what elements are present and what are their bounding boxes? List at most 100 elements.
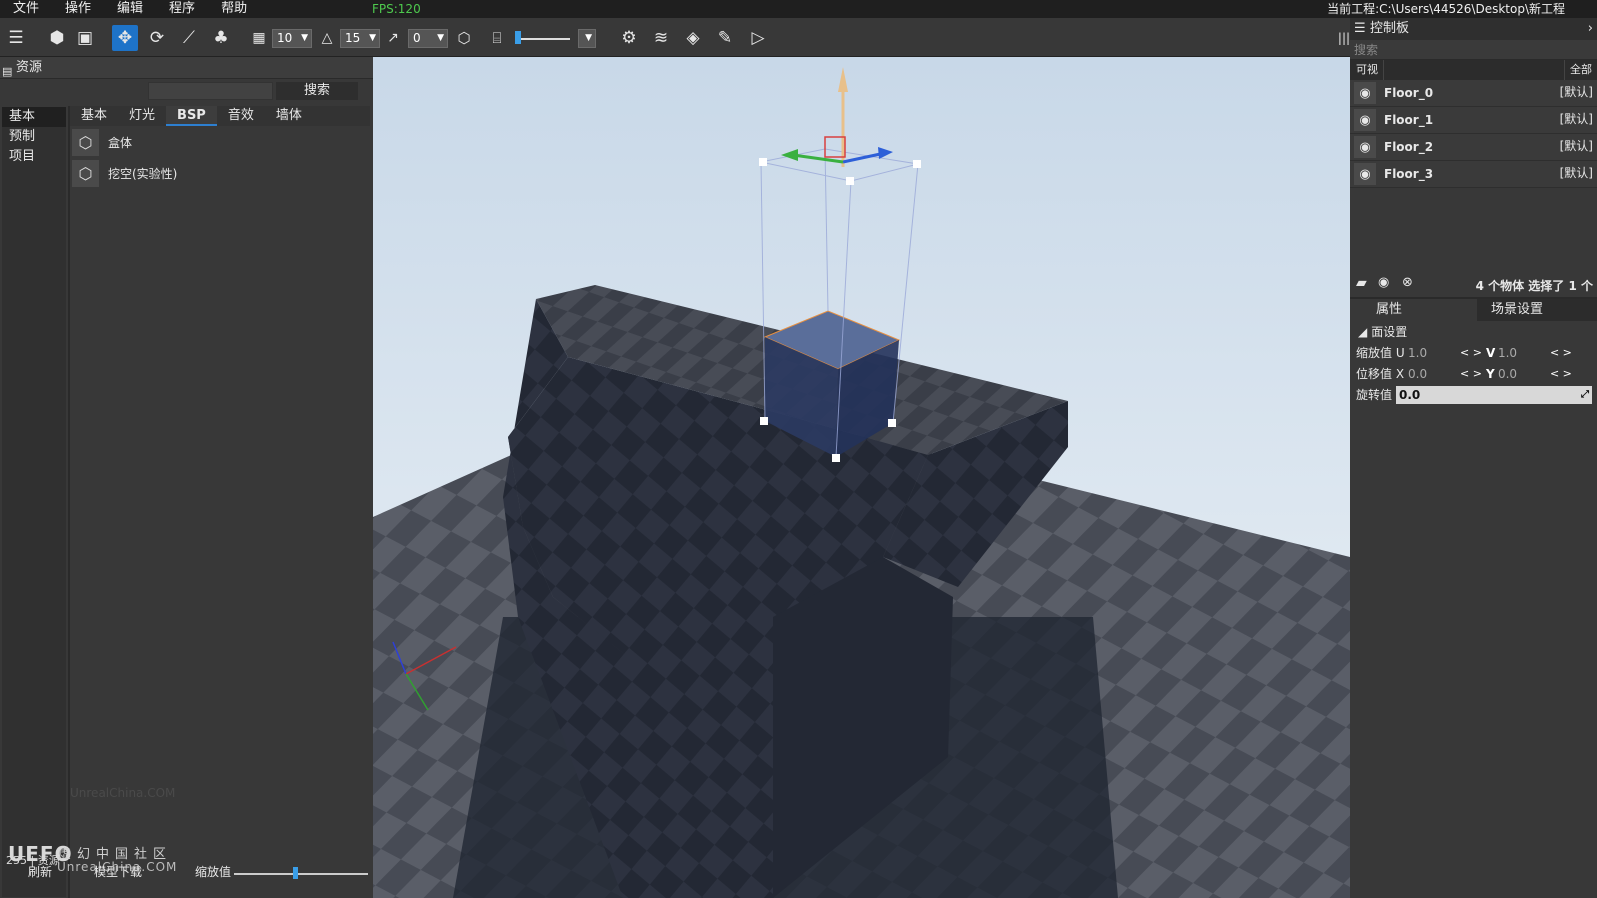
menu-help[interactable]: 帮助	[208, 0, 260, 18]
outliner-row[interactable]: ◉ Floor_1 [默认]	[1350, 107, 1597, 134]
view-dropdown[interactable]: ▼	[578, 29, 596, 48]
move-tool-icon[interactable]: ✥	[112, 25, 138, 51]
asset-item-box[interactable]: ⬡ 盒体	[70, 127, 370, 158]
offset-x-stepper[interactable]: < >	[1460, 367, 1482, 380]
section-header[interactable]: ◢ 面设置	[1350, 321, 1597, 342]
outliner-search-input[interactable]: 搜索	[1350, 40, 1597, 60]
eye-icon[interactable]: ◉	[1354, 109, 1376, 131]
outliner-status-bar: ▰ ◉ ⊗ 4 个物体 选择了 1 个	[1350, 273, 1597, 295]
tab-light[interactable]: 灯光	[118, 106, 166, 126]
tab-wall[interactable]: 墙体	[265, 106, 313, 126]
asset-search-button[interactable]: 搜索	[276, 82, 358, 100]
gizmo-z-arrow[interactable]	[838, 67, 848, 92]
eye-icon[interactable]: ◉	[1378, 275, 1389, 290]
outliner-row[interactable]: ◉ Floor_3 [默认]	[1350, 161, 1597, 188]
offset-y-field[interactable]: 0.0	[1498, 367, 1550, 381]
hamburger-icon[interactable]: ☰	[3, 25, 29, 51]
zoom-slider[interactable]	[234, 873, 368, 875]
camera-speed-thumb[interactable]	[515, 31, 521, 44]
offset-row: 位移值 X 0.0 < > Y 0.0 < >	[1356, 366, 1572, 382]
offset-y-stepper[interactable]: < >	[1550, 367, 1572, 380]
assets-header: ▤ 资源	[0, 57, 373, 79]
plant-tool-icon[interactable]: ♣	[208, 25, 234, 51]
angle-icon[interactable]: △	[314, 25, 340, 51]
asset-list: ⬡ 盒体 ⬡ 挖空(实验性)	[70, 127, 370, 189]
model-download-button[interactable]: 模型下载	[94, 863, 142, 880]
asset-category-tabs: 基本 灯光 BSP 音效 墙体	[70, 106, 370, 126]
new-folder-icon[interactable]: ▰	[1356, 275, 1367, 291]
tab-sound[interactable]: 音效	[217, 106, 265, 126]
menu-file[interactable]: 文件	[0, 0, 52, 18]
layers-icon[interactable]: ≋	[648, 25, 674, 51]
document-icon: ▤	[2, 65, 13, 78]
expand-icon[interactable]: ⤢	[1581, 386, 1589, 404]
close-icon[interactable]: ⊗	[1402, 275, 1413, 290]
watermark-text: UnrealChina.COM	[70, 786, 176, 800]
property-tabs: 属性 场景设置	[1350, 297, 1597, 321]
chevron-right-icon[interactable]: ›	[1588, 18, 1593, 40]
asset-search-input[interactable]	[148, 82, 273, 100]
nav-prefab[interactable]: 预制	[2, 127, 66, 147]
outliner-row[interactable]: ◉ Floor_2 [默认]	[1350, 134, 1597, 161]
angle-snap-select[interactable]: 15 ▼	[340, 29, 380, 48]
tab-basic[interactable]: 基本	[70, 106, 118, 126]
3d-viewport[interactable]	[373, 57, 1350, 898]
column-visible[interactable]: 可视	[1350, 60, 1384, 80]
scale-u-stepper[interactable]: < >	[1460, 346, 1482, 359]
gizmo-x-arrow[interactable]	[878, 147, 893, 159]
asset-nav: 基本 预制 项目	[2, 107, 66, 897]
control-panel-header: ☰ 控制板 ›	[1350, 18, 1597, 40]
gizmo-y-axis[interactable]	[792, 153, 844, 164]
offset-x-field[interactable]: 0.0	[1408, 367, 1460, 381]
eye-icon[interactable]: ◉	[1354, 163, 1376, 185]
scale-snap-icon[interactable]: ↗	[380, 25, 406, 51]
outliner-list: ◉ Floor_0 [默认] ◉ Floor_1 [默认] ◉ Floor_2 …	[1350, 80, 1597, 188]
eraser-icon[interactable]: ✎	[712, 25, 738, 51]
camera-icon[interactable]: ⌸	[484, 25, 510, 51]
settings-icon[interactable]: ⚙	[616, 25, 642, 51]
asset-item-subtract[interactable]: ⬡ 挖空(实验性)	[70, 158, 370, 189]
menu-program[interactable]: 程序	[156, 0, 208, 18]
zoom-slider-thumb[interactable]	[293, 867, 298, 879]
column-all[interactable]: 全部	[1564, 60, 1597, 80]
scale-v-stepper[interactable]: < >	[1550, 346, 1572, 359]
eye-icon[interactable]: ◉	[1354, 82, 1376, 104]
eye-icon[interactable]: ◉	[1354, 136, 1376, 158]
nav-project[interactable]: 项目	[2, 147, 66, 167]
toolbar: ☰ ⬢ ▣ ✥ ⟳ ⟋ ♣ ▦ 10 ▼ △ 15 ▼ ↗ 0 ▼ ⬡ ⌸ ▼ ⚙ ≋…	[0, 18, 1350, 57]
menu-operate[interactable]: 操作	[52, 0, 104, 18]
menu-edit[interactable]: 编辑	[104, 0, 156, 18]
scale-u-field[interactable]: 1.0	[1408, 346, 1460, 360]
tab-scene-settings[interactable]: 场景设置	[1477, 299, 1597, 321]
cube-icon[interactable]: ⬢	[44, 25, 70, 51]
refresh-button[interactable]: 刷新	[28, 863, 52, 880]
properties-panel: ◢ 面设置 缩放值 U 1.0 < > V 1.0 < > 位移值 X 0.0 …	[1350, 321, 1597, 405]
play-icon[interactable]: ▷	[745, 25, 771, 51]
outliner-column-header: 可视 全部	[1350, 60, 1597, 80]
camera-speed-slider[interactable]	[516, 38, 570, 40]
asset-search: 搜索	[148, 82, 358, 100]
list-icon: ☰	[1354, 21, 1366, 36]
grid-snap-select[interactable]: 10 ▼	[272, 29, 312, 48]
menu-bar: 文件 操作 编辑 程序 帮助 FPS:120 当前工程:C:\Users\445…	[0, 0, 1597, 18]
panel-icon[interactable]: ▣	[72, 25, 98, 51]
rotate-tool-icon[interactable]: ⟳	[144, 25, 170, 51]
gizmo-y-arrow[interactable]	[781, 149, 798, 161]
nav-basic[interactable]: 基本	[2, 107, 66, 127]
box-icon[interactable]: ⬡	[451, 25, 477, 51]
outliner-row[interactable]: ◉ Floor_0 [默认]	[1350, 80, 1597, 107]
column-name[interactable]	[1384, 60, 1564, 80]
scene-render[interactable]	[373, 57, 1350, 898]
tag-icon[interactable]: ◈	[680, 25, 706, 51]
grid-icon[interactable]: ▦	[246, 25, 272, 51]
assets-panel: ▤ 资源 搜索 基本 预制 项目 基本 灯光 BSP 音效 墙体 ⬡ 盒体 ⬡ 挖…	[0, 57, 373, 898]
nav-divider	[68, 106, 70, 898]
scale-v-field[interactable]: 1.0	[1498, 346, 1550, 360]
scale-tool-icon[interactable]: ⟋	[176, 25, 202, 51]
triangle-icon: ◢	[1358, 324, 1368, 339]
box-brush-icon: ⬡	[72, 129, 99, 156]
rotate-field[interactable]: 0.0 ⤢	[1396, 385, 1592, 404]
tab-bsp[interactable]: BSP	[166, 106, 217, 126]
tab-properties[interactable]: 属性	[1350, 299, 1477, 321]
scale-snap-select[interactable]: 0 ▼	[408, 29, 448, 48]
